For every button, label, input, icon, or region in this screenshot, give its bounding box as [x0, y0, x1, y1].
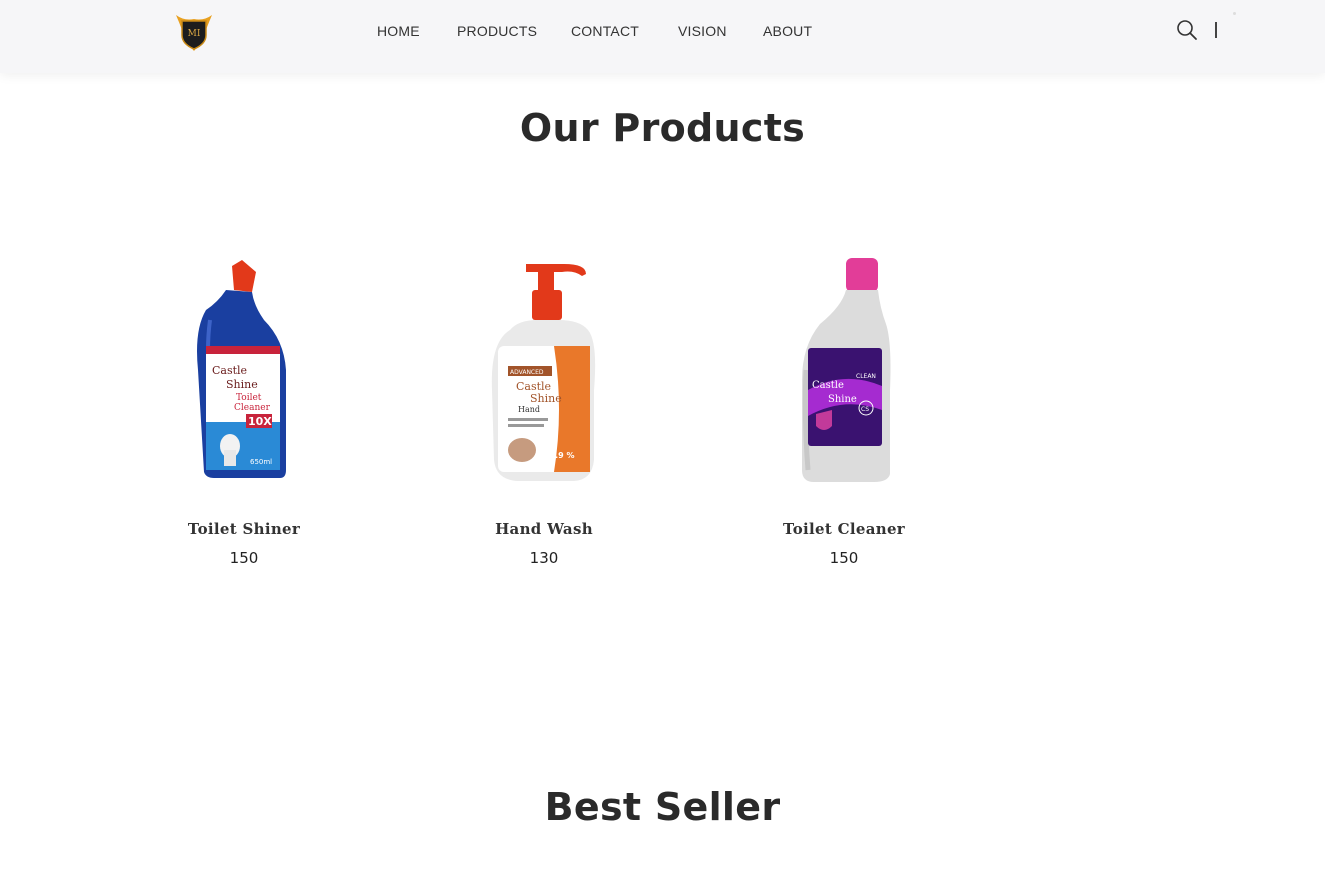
product-name[interactable]: Toilet Shiner	[114, 520, 374, 538]
label-text: Shine	[226, 378, 258, 391]
nav-link-vision[interactable]: VISION	[678, 23, 727, 39]
decorative-dot	[1233, 12, 1236, 15]
product-card-toilet-shiner[interactable]: Castle Shine Toilet Cleaner 10X 650ml To…	[114, 250, 374, 580]
search-icon[interactable]	[1176, 19, 1198, 41]
nav-link-products[interactable]: PRODUCTS	[457, 23, 537, 39]
nav-divider	[1215, 22, 1217, 38]
label-text: Shine	[530, 392, 562, 405]
top-navbar: MI HOME PRODUCTS CONTACT VISION ABOUT	[0, 0, 1325, 73]
product-price: 150	[229, 549, 259, 567]
logo-text: MI	[188, 29, 201, 39]
label-text: 10X	[248, 415, 272, 428]
nav-link-home[interactable]: HOME	[377, 23, 420, 39]
product-name[interactable]: Hand Wash	[414, 520, 674, 538]
product-name[interactable]: Toilet Cleaner	[714, 520, 974, 538]
label-text: Shine	[828, 394, 857, 405]
label-text: CLEAN	[856, 373, 876, 380]
label-text: 650ml	[250, 458, 272, 466]
label-text: Cleaner	[234, 403, 271, 413]
label-text: Toilet	[236, 393, 262, 403]
product-card-toilet-cleaner[interactable]: Castle Shine CLEAN CS Toilet Cleaner 150	[714, 250, 974, 580]
label-text: 99.9 %	[544, 451, 575, 460]
hand-wash-bottle-image: ADVANCED Castle Shine Hand 99.9 %	[491, 264, 596, 481]
product-price: 130	[529, 549, 559, 567]
best-seller-heading: Best Seller	[544, 785, 781, 829]
brand-logo[interactable]: MI	[172, 11, 216, 53]
nav-link-about[interactable]: ABOUT	[763, 23, 812, 39]
label-text: Castle	[812, 380, 844, 391]
our-products-heading: Our Products	[519, 106, 806, 150]
toilet-shiner-bottle-image: Castle Shine Toilet Cleaner 10X 650ml	[197, 260, 286, 478]
label-text: ADVANCED	[510, 369, 544, 376]
label-text: Hand	[518, 405, 540, 414]
nav-link-contact[interactable]: CONTACT	[571, 23, 639, 39]
label-text: CS	[861, 406, 869, 413]
label-text: Castle	[212, 364, 247, 377]
product-card-hand-wash[interactable]: ADVANCED Castle Shine Hand 99.9 % Hand W…	[414, 250, 674, 580]
toilet-cleaner-bottle-image: Castle Shine CLEAN CS	[802, 258, 891, 482]
product-price: 150	[829, 549, 859, 567]
